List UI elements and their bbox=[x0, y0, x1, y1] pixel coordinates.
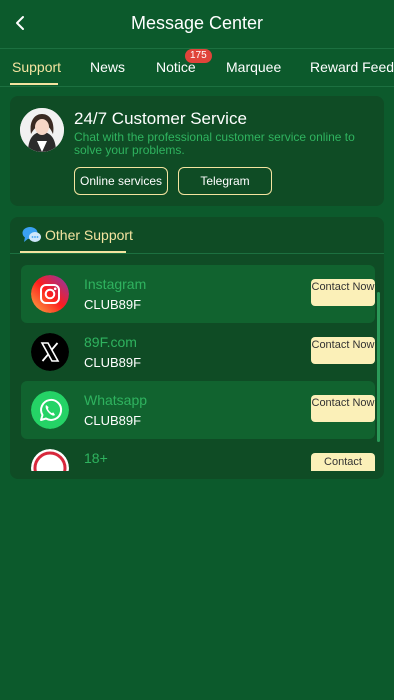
contact-now-button[interactable]: Contact Now bbox=[311, 337, 375, 364]
instagram-icon bbox=[31, 275, 69, 313]
whatsapp-icon bbox=[31, 391, 69, 429]
other-support-header: Other Support bbox=[10, 217, 384, 254]
avatar bbox=[20, 108, 64, 152]
chat-bubbles-icon bbox=[22, 227, 41, 242]
page-title: Message Center bbox=[130, 13, 264, 33]
eighteen-plus-icon bbox=[31, 449, 69, 471]
item-name: 18+ bbox=[84, 450, 108, 466]
other-support-card: Other Support Instagram CLUB89F Contact … bbox=[10, 217, 384, 479]
customer-service-title: 24/7 Customer Service bbox=[74, 109, 247, 128]
list-scrollbar[interactable] bbox=[377, 292, 380, 442]
x-icon bbox=[31, 333, 69, 371]
item-id: CLUB89F bbox=[84, 297, 142, 312]
contact-button[interactable]: Contact bbox=[311, 453, 375, 471]
item-name: Whatsapp bbox=[84, 392, 148, 408]
contact-now-button[interactable]: Contact Now bbox=[311, 395, 375, 422]
list-item-instagram: Instagram CLUB89F Contact Now bbox=[21, 265, 375, 323]
contact-now-button[interactable]: Contact Now bbox=[311, 279, 375, 306]
item-id: CLUB89F bbox=[84, 355, 142, 370]
list-item-18plus: 18+ Contact bbox=[21, 439, 375, 471]
customer-service-card: 24/7 Customer Service Chat with the prof… bbox=[10, 96, 384, 206]
list-item-89f: 89F.com CLUB89F Contact Now bbox=[21, 323, 375, 381]
active-tab-indicator bbox=[10, 83, 58, 85]
support-list[interactable]: Instagram CLUB89F Contact Now 89F.com CL… bbox=[10, 263, 384, 471]
tab-reward-feedback[interactable]: Reward Feedb bbox=[310, 59, 394, 75]
item-name: Instagram bbox=[84, 276, 147, 292]
tab-support[interactable]: Support bbox=[12, 59, 61, 75]
other-support-indicator bbox=[20, 251, 126, 253]
tab-news[interactable]: News bbox=[90, 59, 125, 75]
notice-count-badge: 175 bbox=[185, 49, 212, 63]
customer-service-description: Chat with the professional customer serv… bbox=[74, 130, 355, 157]
list-item-whatsapp: Whatsapp CLUB89F Contact Now bbox=[21, 381, 375, 439]
other-support-label: Other Support bbox=[45, 227, 133, 243]
telegram-button[interactable]: Telegram bbox=[178, 167, 272, 195]
tab-marquee[interactable]: Marquee bbox=[226, 59, 281, 75]
item-id: CLUB89F bbox=[84, 413, 142, 428]
online-services-button[interactable]: Online services bbox=[74, 167, 168, 195]
header-bar: Message Center bbox=[0, 0, 394, 49]
item-name: 89F.com bbox=[84, 334, 137, 350]
